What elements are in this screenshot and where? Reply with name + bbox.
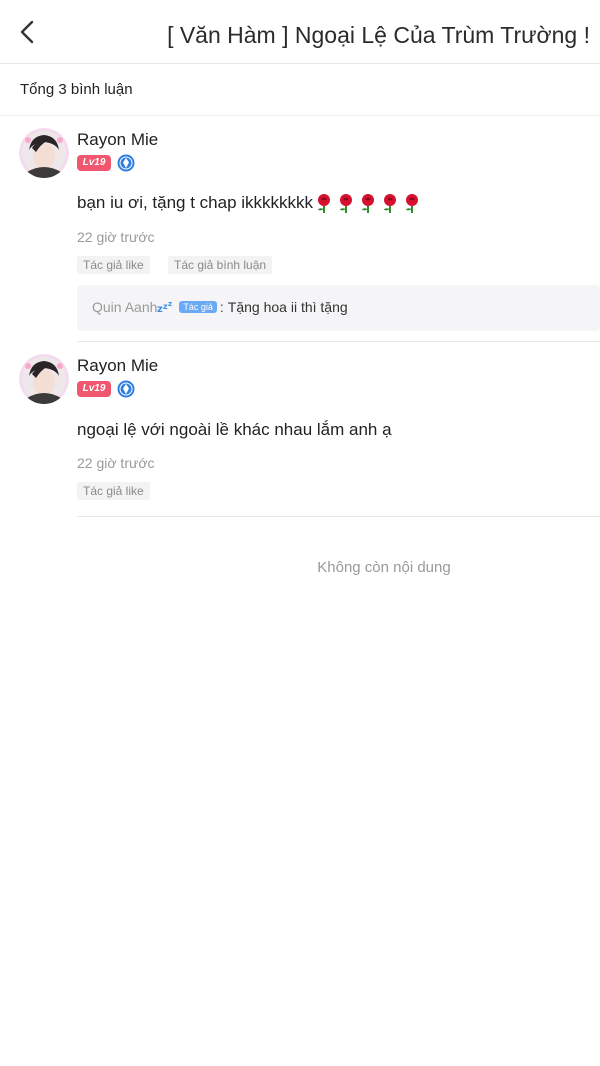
author-like-tag: Tác giả like <box>77 482 150 500</box>
level-badge: Lv19 <box>77 381 111 397</box>
comment-divider <box>77 516 600 517</box>
end-of-content-text: Không còn nội dung <box>317 559 451 576</box>
author-like-tag: Tác giả like <box>77 256 150 274</box>
reply-text: Tặng hoa ii thì tặng <box>227 299 348 315</box>
comment-text: ngoại lệ với ngoài lề khác nhau lắm anh … <box>77 419 392 441</box>
username[interactable]: Rayon Mie <box>77 356 158 376</box>
comment-text: bạn iu ơi, tặng t chap ikkkkkkkk <box>77 192 421 214</box>
rose-icon <box>406 194 419 213</box>
verified-diamond-icon <box>117 154 135 172</box>
rose-emoji-group <box>315 193 421 213</box>
author-reply[interactable]: Quin Aanh z z z Tác giả : Tặng hoa ii th… <box>77 285 600 331</box>
comment-timestamp: 22 giờ trước <box>77 455 155 471</box>
chevron-left-icon <box>20 20 34 44</box>
rose-icon <box>318 194 331 213</box>
verified-diamond-icon <box>117 380 135 398</box>
reply-author-name[interactable]: Quin Aanh <box>92 299 157 315</box>
reply-separator: : <box>219 299 224 315</box>
author-commented-tag: Tác giả bình luận <box>168 256 273 274</box>
avatar[interactable] <box>19 354 69 404</box>
page-title: [ Văn Hàm ] Ngoại Lệ Của Trùm Trường ! <box>167 22 590 48</box>
back-button[interactable] <box>10 14 46 50</box>
comment-count-row: Tổng 3 bình luận <box>0 64 600 116</box>
comment-timestamp: 22 giờ trước <box>77 229 155 245</box>
comment-body: bạn iu ơi, tặng t chap ikkkkkkkk <box>77 193 314 212</box>
username[interactable]: Rayon Mie <box>77 130 158 150</box>
avatar[interactable] <box>19 128 69 178</box>
author-badge: Tác giả <box>179 301 217 313</box>
comment-body: ngoại lệ với ngoài lề khác nhau lắm anh … <box>77 420 392 439</box>
rose-icon <box>340 194 353 213</box>
comment-divider <box>77 341 600 342</box>
rose-icon <box>362 194 375 213</box>
comment-count: Tổng 3 bình luận <box>20 81 133 98</box>
top-bar: [ Văn Hàm ] Ngoại Lệ Của Trùm Trường ! <box>0 0 600 64</box>
level-badge: Lv19 <box>77 155 111 171</box>
rose-icon <box>384 194 397 213</box>
zzz-icon: z z z <box>157 300 172 314</box>
svg-text:z: z <box>168 300 172 308</box>
reply-content: Quin Aanh z z z Tác giả : Tặng hoa ii th… <box>92 299 348 315</box>
